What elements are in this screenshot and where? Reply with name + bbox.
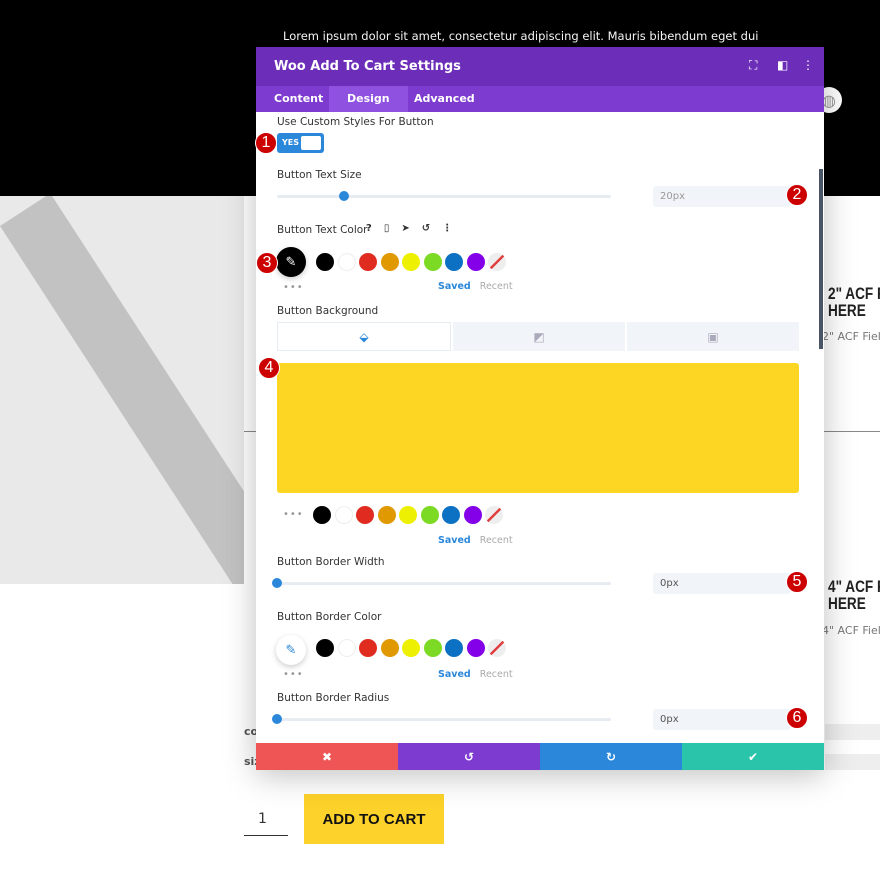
slider-knob[interactable] bbox=[272, 578, 282, 588]
color-swatch[interactable] bbox=[313, 506, 331, 524]
border-radius-input[interactable]: 0px bbox=[653, 709, 791, 730]
border-width-input[interactable]: 0px bbox=[653, 573, 791, 594]
color-swatch[interactable] bbox=[359, 253, 377, 271]
reset-icon[interactable]: ↺ bbox=[422, 223, 430, 234]
eyedropper-icon: ✎ bbox=[285, 642, 297, 658]
tab-advanced[interactable]: Advanced bbox=[396, 86, 493, 112]
color-swatch[interactable] bbox=[442, 506, 460, 524]
color-swatch[interactable] bbox=[445, 253, 463, 271]
more-swatches-icon[interactable]: ••• bbox=[283, 509, 304, 520]
color-swatch[interactable] bbox=[423, 639, 442, 657]
product-subtitle-1: 2" ACF Fiel bbox=[822, 330, 880, 343]
split-view-icon[interactable]: ◧ bbox=[777, 58, 788, 72]
scrollbar[interactable] bbox=[819, 169, 823, 349]
undo-button[interactable]: ↺ bbox=[398, 743, 540, 770]
color-swatch[interactable] bbox=[337, 639, 356, 657]
border-radius-label: Button Border Radius bbox=[277, 692, 390, 704]
color-swatch[interactable] bbox=[445, 639, 463, 657]
product-subtitle-2: 4" ACF Fiel bbox=[822, 624, 880, 637]
custom-styles-label: Use Custom Styles For Button bbox=[277, 116, 434, 128]
saved-tab[interactable]: Saved bbox=[438, 535, 471, 546]
step-badge: 2 bbox=[786, 184, 808, 206]
color-swatch[interactable] bbox=[420, 506, 439, 524]
recent-tab[interactable]: Recent bbox=[480, 281, 513, 292]
color-swatch[interactable] bbox=[377, 506, 396, 524]
tab-bar: Content Design Advanced bbox=[256, 86, 824, 112]
product-title-1[interactable]: 2" ACF F HERE bbox=[828, 285, 880, 319]
more-icon[interactable]: ⋮ bbox=[442, 223, 452, 234]
text-size-label: Button Text Size bbox=[277, 169, 362, 181]
eyedropper-icon: ✎ bbox=[285, 254, 297, 270]
placeholder-stripe bbox=[0, 196, 244, 584]
hero-text: Lorem ipsum dolor sit amet, consectetur … bbox=[283, 29, 759, 43]
border-color-picker[interactable]: ✎ bbox=[276, 635, 306, 665]
color-swatch[interactable] bbox=[380, 639, 399, 657]
save-button[interactable]: ✔ bbox=[682, 743, 824, 770]
swatch-none[interactable] bbox=[488, 639, 506, 657]
paint-bucket-icon[interactable]: ⬙ bbox=[277, 322, 451, 351]
product-image-placeholder bbox=[0, 196, 244, 584]
toggle-value: YES bbox=[282, 138, 300, 147]
text-size-input[interactable]: 20px bbox=[653, 186, 791, 207]
help-icon[interactable]: ? bbox=[366, 223, 372, 234]
quantity-input[interactable]: 1 bbox=[244, 795, 288, 836]
custom-styles-toggle[interactable]: YES bbox=[277, 133, 324, 153]
more-swatches-icon[interactable]: ••• bbox=[283, 282, 304, 293]
color-swatch[interactable] bbox=[402, 639, 420, 657]
color-swatch[interactable] bbox=[334, 506, 353, 524]
step-badge: 4 bbox=[258, 357, 280, 379]
slider-knob[interactable] bbox=[272, 714, 282, 724]
step-badge: 5 bbox=[786, 571, 808, 593]
text-color-label: Button Text Color bbox=[277, 224, 368, 236]
step-badge: 3 bbox=[256, 252, 278, 274]
image-icon[interactable]: ▣ bbox=[627, 322, 799, 351]
mobile-icon[interactable]: ▯ bbox=[384, 223, 390, 234]
color-swatch[interactable] bbox=[359, 639, 377, 657]
saved-tab[interactable]: Saved bbox=[438, 669, 471, 680]
cancel-button[interactable]: ✖ bbox=[256, 743, 398, 770]
fullscreen-icon[interactable]: ⛶ bbox=[749, 58, 757, 73]
settings-modal: Woo Add To Cart Settings ⛶ ◧ ⋮ Content D… bbox=[256, 47, 824, 770]
swatch-none[interactable] bbox=[485, 506, 503, 524]
step-badge: 6 bbox=[786, 707, 808, 729]
add-to-cart-button[interactable]: ADD TO CART bbox=[304, 794, 444, 844]
text-size-slider[interactable] bbox=[277, 191, 611, 201]
modal-header: Woo Add To Cart Settings ⛶ ◧ ⋮ bbox=[256, 47, 824, 86]
redo-button[interactable]: ↻ bbox=[540, 743, 682, 770]
color-swatch[interactable] bbox=[399, 506, 417, 524]
color-swatch[interactable] bbox=[463, 506, 482, 524]
border-color-label: Button Border Color bbox=[277, 611, 382, 623]
slider-knob[interactable] bbox=[338, 191, 349, 201]
step-badge: 1 bbox=[255, 132, 277, 154]
border-radius-slider[interactable] bbox=[272, 714, 611, 724]
color-select[interactable] bbox=[825, 724, 880, 740]
background-type-tabs: ⬙ ◩ ▣ bbox=[277, 322, 799, 351]
color-swatch[interactable] bbox=[316, 639, 334, 657]
color-swatch[interactable] bbox=[466, 639, 485, 657]
more-options-icon[interactable]: ⋮ bbox=[802, 58, 814, 72]
color-swatch[interactable] bbox=[356, 506, 374, 524]
color-swatch[interactable] bbox=[466, 253, 485, 271]
color-swatch[interactable] bbox=[337, 253, 356, 271]
text-color-picker[interactable]: ✎ bbox=[276, 247, 306, 277]
recent-tab[interactable]: Recent bbox=[480, 535, 513, 546]
background-label: Button Background bbox=[277, 305, 379, 317]
gradient-icon[interactable]: ◩ bbox=[453, 322, 625, 351]
color-swatch[interactable] bbox=[380, 253, 399, 271]
color-swatch[interactable] bbox=[402, 253, 420, 271]
size-select[interactable] bbox=[825, 754, 880, 770]
cursor-icon[interactable]: ➤ bbox=[401, 223, 409, 234]
color-swatch[interactable] bbox=[423, 253, 442, 271]
more-swatches-icon[interactable]: ••• bbox=[283, 669, 304, 680]
color-swatch[interactable] bbox=[316, 253, 334, 271]
swatch-none[interactable] bbox=[488, 253, 506, 271]
border-width-slider[interactable] bbox=[272, 578, 611, 588]
saved-tab[interactable]: Saved bbox=[438, 281, 471, 292]
border-width-label: Button Border Width bbox=[277, 556, 385, 568]
product-title-2[interactable]: 4" ACF F HERE bbox=[828, 578, 880, 612]
background-color-preview[interactable] bbox=[277, 363, 799, 493]
modal-title: Woo Add To Cart Settings bbox=[274, 59, 461, 74]
recent-tab[interactable]: Recent bbox=[480, 669, 513, 680]
modal-footer: ✖ ↺ ↻ ✔ bbox=[256, 743, 824, 770]
